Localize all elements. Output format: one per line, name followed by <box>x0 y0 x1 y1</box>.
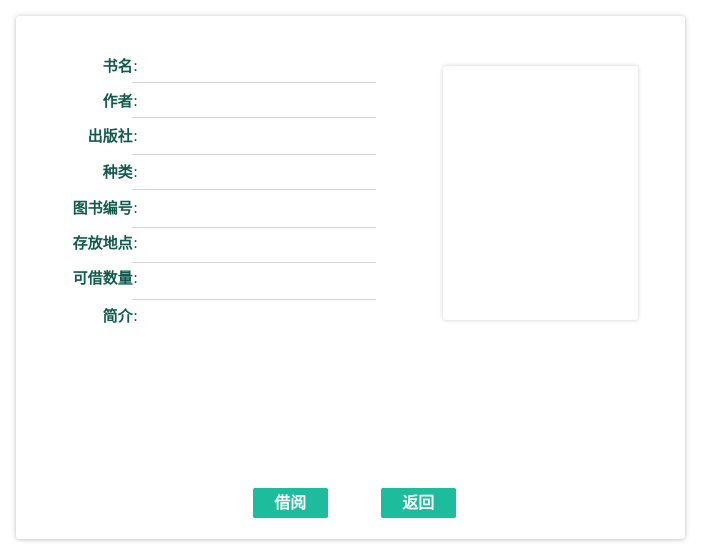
field-value-author <box>134 87 374 115</box>
field-label-author: 作者: <box>102 92 138 110</box>
field-row-summary: 简介: <box>16 302 396 338</box>
back-button[interactable]: 返回 <box>381 488 456 518</box>
field-label-book-id: 图书编号: <box>72 199 138 217</box>
field-value-location <box>134 229 374 257</box>
field-label-location: 存放地点: <box>72 234 138 252</box>
book-detail-card: 书名: 作者: 出版社: 种类: 图书编号: 存放地点: 可借数量: 简介: 借… <box>16 16 685 539</box>
field-underline <box>132 299 376 300</box>
field-label-title: 书名: <box>102 57 138 75</box>
field-row-book-id: 图书编号: <box>16 194 396 230</box>
field-underline <box>132 117 376 118</box>
field-row-location: 存放地点: <box>16 229 396 265</box>
field-value-title <box>134 52 374 80</box>
field-label-publisher: 出版社: <box>87 127 138 145</box>
field-label-available-count: 可借数量: <box>72 269 138 287</box>
borrow-button[interactable]: 借阅 <box>253 488 328 518</box>
field-row-available-count: 可借数量: <box>16 264 396 300</box>
book-cover-image <box>443 66 638 320</box>
field-underline <box>132 154 376 155</box>
field-underline <box>132 189 376 190</box>
field-value-book-id <box>134 194 374 222</box>
field-underline <box>132 82 376 83</box>
field-value-publisher <box>134 122 374 150</box>
field-value-summary <box>134 302 374 330</box>
field-value-available-count <box>134 264 374 292</box>
field-row-publisher: 出版社: <box>16 122 396 158</box>
field-underline <box>132 262 376 263</box>
field-label-category: 种类: <box>102 163 138 181</box>
field-value-category <box>134 158 374 186</box>
field-underline <box>132 227 376 228</box>
field-label-summary: 简介: <box>102 307 138 325</box>
